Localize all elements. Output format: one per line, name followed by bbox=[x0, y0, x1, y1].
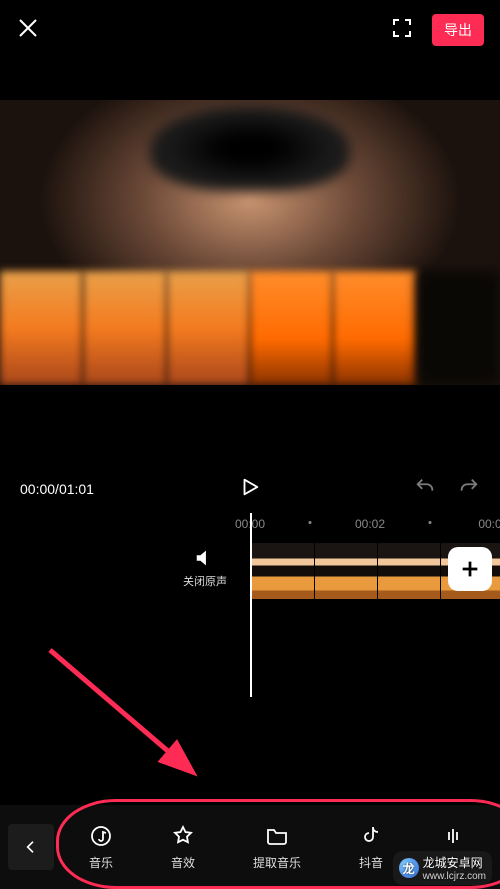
time-display: 00:00/01:01 bbox=[20, 481, 94, 497]
chevron-left-icon bbox=[23, 839, 39, 855]
fullscreen-button[interactable] bbox=[390, 16, 414, 45]
tool-label: 音乐 bbox=[89, 854, 113, 871]
timeline-track-area[interactable]: 关闭原声 bbox=[0, 537, 500, 657]
music-note-icon bbox=[89, 824, 113, 848]
undo-button[interactable] bbox=[414, 476, 436, 503]
tool-label: 音效 bbox=[171, 854, 195, 871]
redo-icon bbox=[458, 476, 480, 498]
top-bar: 导出 bbox=[0, 0, 500, 60]
tool-sfx[interactable]: 音效 bbox=[171, 824, 195, 871]
plus-icon bbox=[459, 558, 481, 580]
time-current: 00:00 bbox=[20, 481, 55, 497]
star-icon bbox=[171, 824, 195, 848]
time-total: 01:01 bbox=[59, 481, 94, 497]
ruler-dot bbox=[429, 521, 432, 524]
undo-icon bbox=[414, 476, 436, 498]
play-button[interactable] bbox=[239, 476, 261, 503]
mute-label: 关闭原声 bbox=[183, 573, 227, 589]
tool-extract-music[interactable]: 提取音乐 bbox=[253, 824, 301, 871]
playback-controls: 00:00/01:01 bbox=[0, 467, 500, 511]
annotation-arrow bbox=[40, 640, 220, 790]
tool-music[interactable]: 音乐 bbox=[89, 824, 113, 871]
play-icon bbox=[239, 476, 261, 498]
watermark-url: www.lcjrz.com bbox=[423, 871, 486, 882]
clip-thumbnail bbox=[252, 543, 315, 599]
tool-label: 抖音 bbox=[359, 854, 383, 871]
mute-original-sound-button[interactable]: 关闭原声 bbox=[170, 547, 240, 589]
video-preview[interactable] bbox=[0, 100, 500, 385]
watermark-site: 龙城安卓网 bbox=[423, 854, 486, 871]
ruler-tick: 00:02 bbox=[355, 517, 385, 531]
preview-food-row bbox=[0, 271, 500, 385]
tool-douyin[interactable]: 抖音 bbox=[359, 824, 383, 871]
expand-icon bbox=[390, 16, 414, 40]
export-button[interactable]: 导出 bbox=[432, 14, 484, 46]
timeline-playhead[interactable] bbox=[250, 513, 252, 697]
watermark-logo-icon: 龙 bbox=[399, 858, 419, 878]
folder-icon bbox=[265, 824, 289, 848]
close-icon bbox=[16, 16, 40, 40]
top-bar-right: 导出 bbox=[390, 14, 484, 46]
add-clip-button[interactable] bbox=[448, 547, 492, 591]
redo-button[interactable] bbox=[458, 476, 480, 503]
douyin-icon bbox=[359, 824, 383, 848]
undo-redo-group bbox=[414, 476, 480, 503]
close-button[interactable] bbox=[16, 16, 40, 45]
ruler-tick: 00:0 bbox=[478, 517, 500, 531]
clip-thumbnail bbox=[315, 543, 378, 599]
back-button[interactable] bbox=[8, 824, 54, 870]
clip-thumbnail bbox=[378, 543, 441, 599]
watermark: 龙 龙城安卓网 www.lcjrz.com bbox=[393, 851, 492, 885]
ruler-dot bbox=[309, 521, 312, 524]
tool-label: 提取音乐 bbox=[253, 854, 301, 871]
speaker-icon bbox=[194, 547, 216, 569]
waveform-icon bbox=[441, 824, 465, 848]
